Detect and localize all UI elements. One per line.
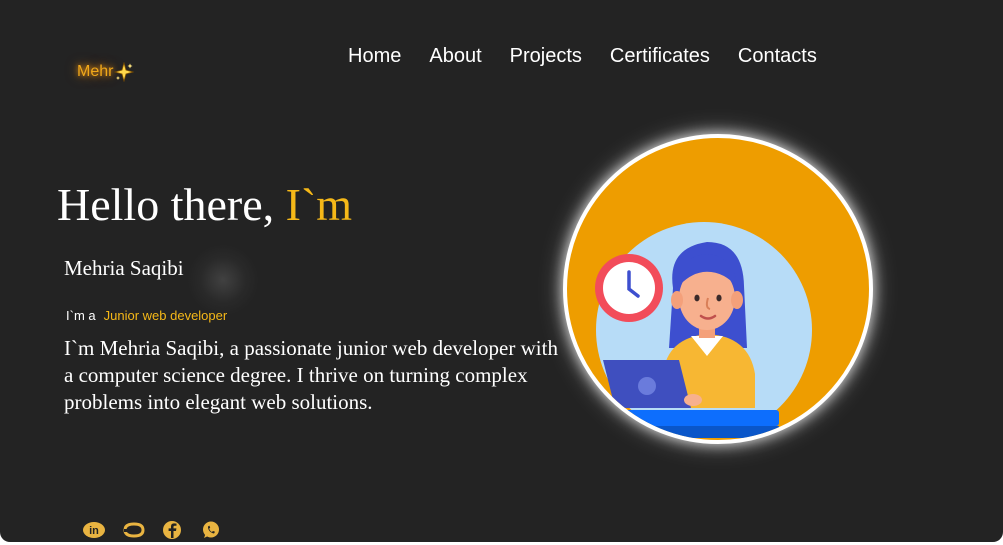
nav-contacts[interactable]: Contacts (738, 45, 817, 68)
hero-greeting-text: Hello there, (57, 179, 286, 230)
hero-name: Mehria Saqibi (64, 256, 184, 280)
svg-text:in: in (89, 525, 99, 537)
hero-role: I`m a Junior web developer (66, 308, 227, 323)
linkedin-icon[interactable]: in (83, 520, 105, 540)
role-title: Junior web developer (103, 308, 228, 323)
hero-greeting: Hello there, I`m (57, 178, 352, 231)
avatar (563, 134, 873, 444)
nav-about[interactable]: About (429, 45, 481, 68)
nav-certificates[interactable]: Certificates (610, 45, 710, 68)
role-prefix: I`m a (66, 308, 96, 323)
decorative-glow (188, 245, 258, 315)
facebook-icon[interactable] (161, 520, 183, 540)
hero-bio: I`m Mehria Saqibi, a passionate junior w… (64, 336, 558, 414)
main-nav: Home About Projects Certificates Contact… (348, 45, 817, 68)
github-icon[interactable] (122, 520, 145, 540)
developer-illustration (591, 222, 812, 438)
logo-text: Mehr (77, 63, 114, 80)
whatsapp-icon[interactable] (200, 520, 222, 540)
nav-projects[interactable]: Projects (510, 45, 582, 68)
hero-greeting-accent: I`m (285, 179, 353, 230)
site-logo[interactable]: Mehr (77, 61, 135, 83)
portfolio-page: Mehr Home About Projects Certificates Co… (0, 0, 1003, 542)
sparkles-icon (113, 61, 135, 83)
social-links: in (83, 520, 222, 540)
nav-home[interactable]: Home (348, 45, 401, 68)
